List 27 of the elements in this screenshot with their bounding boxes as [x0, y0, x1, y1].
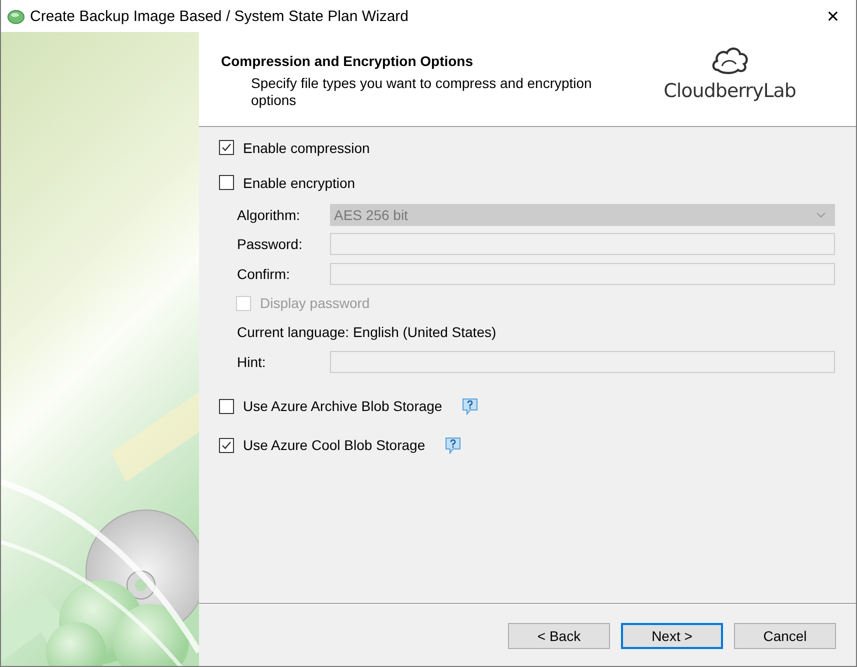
- help-icon[interactable]: [445, 436, 462, 454]
- window-title: Create Backup Image Based / System State Plan Wizard: [30, 8, 409, 24]
- page-title: Compression and Encryption Options: [221, 53, 474, 69]
- logo-text: CloudberryLab: [664, 80, 796, 102]
- checkbox[interactable]: [219, 438, 234, 452]
- checkbox-label[interactable]: Enable encryption: [243, 174, 356, 190]
- checkbox-label[interactable]: Use Azure Cool Blob Storage: [243, 437, 426, 453]
- caret-icon: [816, 212, 826, 218]
- close-button[interactable]: ✕: [810, 0, 856, 32]
- page-subtitle: Specify file types you want to compress and encryption options: [250, 75, 593, 109]
- field-label: Confirm:: [237, 266, 291, 282]
- wizard-button[interactable]: < Back: [508, 623, 610, 649]
- wizard-button[interactable]: Next >: [621, 623, 723, 649]
- check-icon: [221, 440, 232, 450]
- app-icon: [7, 7, 25, 25]
- wizard-button[interactable]: Cancel: [734, 623, 836, 649]
- help-icon[interactable]: [462, 398, 478, 414]
- checkbox[interactable]: [219, 140, 234, 155]
- checkbox[interactable]: [219, 175, 234, 190]
- check-icon: [221, 142, 232, 153]
- field-label: Hint:: [237, 354, 267, 370]
- checkbox[interactable]: [219, 398, 234, 414]
- checkbox-label[interactable]: Enable compression: [243, 140, 370, 156]
- language-note: Current language: English (United States): [237, 324, 496, 340]
- field-label: Algorithm:: [237, 206, 302, 223]
- checkbox-label[interactable]: Use Azure Archive Blob Storage: [243, 398, 442, 414]
- field-label: Password:: [237, 236, 304, 252]
